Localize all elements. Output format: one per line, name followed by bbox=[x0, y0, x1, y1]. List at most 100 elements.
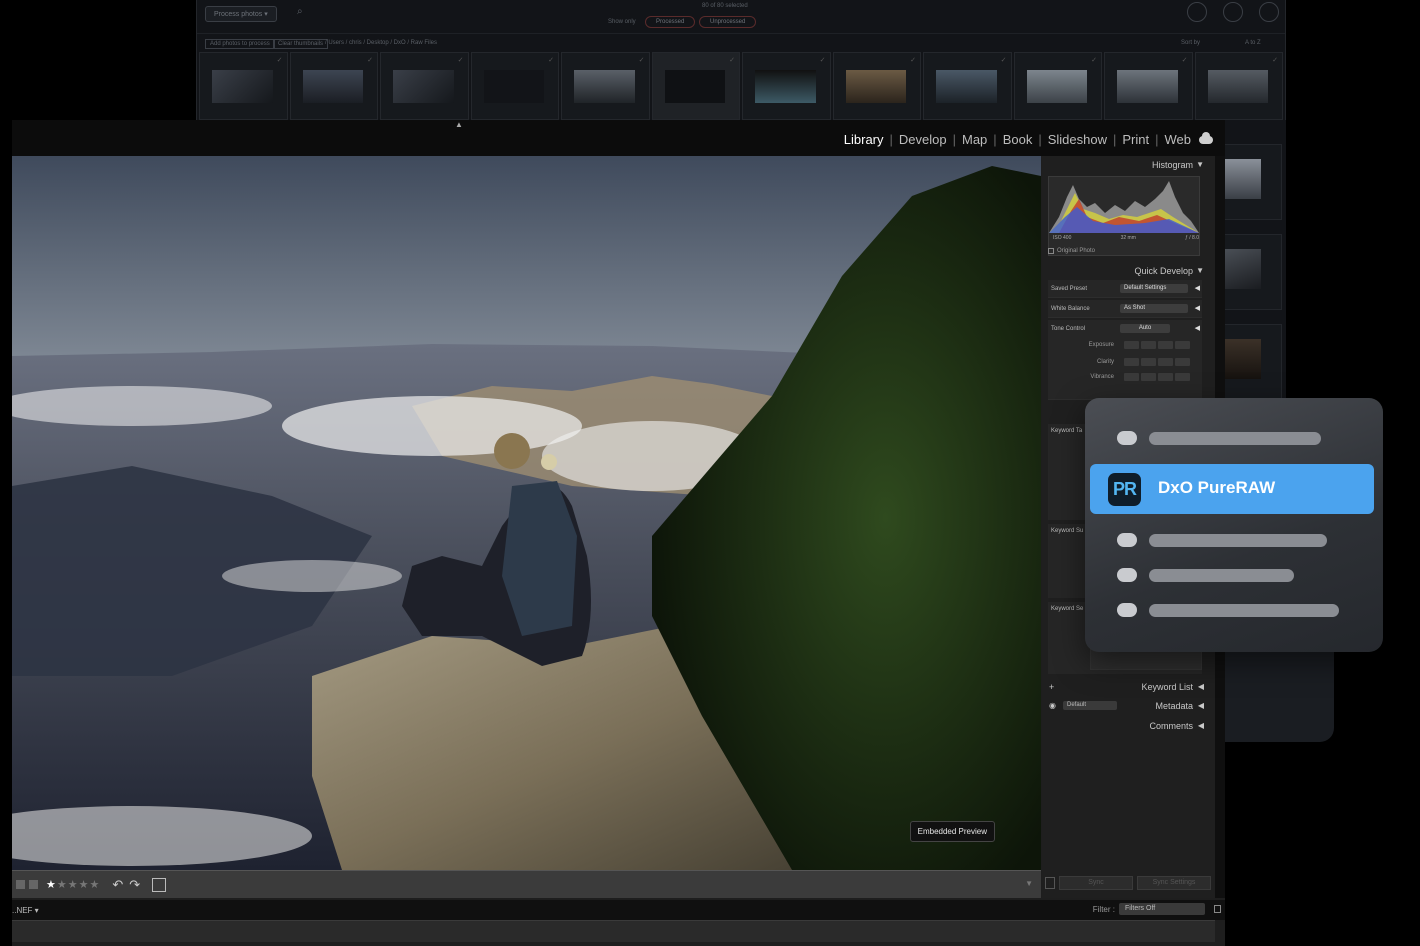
module-library[interactable]: Library bbox=[844, 132, 884, 147]
filter-unprocessed-pill[interactable]: Unprocessed bbox=[699, 16, 757, 28]
crop-icon[interactable] bbox=[152, 877, 167, 892]
background-path-bar: Add photos to process Clear thumbnails /… bbox=[197, 36, 1285, 50]
sync-toggle-icon[interactable] bbox=[1045, 877, 1055, 889]
menu-item-placeholder[interactable] bbox=[1117, 431, 1321, 445]
module-print[interactable]: Print bbox=[1122, 132, 1149, 147]
metadata-preset-select[interactable]: Default bbox=[1063, 701, 1117, 710]
check-icon: ✓ bbox=[1091, 57, 1097, 64]
filename-label[interactable]: ..NEF ▾ bbox=[12, 906, 39, 915]
star-rating[interactable]: ★★★★★ bbox=[46, 878, 100, 891]
cloud-icon[interactable] bbox=[1199, 131, 1213, 144]
histogram-info: ISO 400 32 mm ƒ / 8.0 bbox=[1053, 235, 1199, 241]
filter-label: Filter : bbox=[1092, 905, 1115, 914]
thumbnail[interactable]: ✓ bbox=[470, 52, 559, 120]
chevron-down-icon[interactable]: ▼ bbox=[1025, 879, 1033, 888]
menu-item-dxo-pureraw[interactable]: PR DxO PureRAW bbox=[1090, 464, 1374, 514]
add-photos-button[interactable]: Add photos to process bbox=[205, 39, 275, 49]
module-book[interactable]: Book bbox=[1003, 132, 1033, 147]
expand-arrow-icon[interactable]: ◀ bbox=[1195, 304, 1200, 312]
original-photo-toggle[interactable]: Original Photo bbox=[1048, 248, 1095, 254]
menu-item-icon bbox=[1117, 431, 1137, 445]
view-mode-icon[interactable] bbox=[16, 880, 25, 889]
histogram-title: Histogram bbox=[1151, 160, 1193, 170]
embedded-preview-badge: Embedded Preview bbox=[909, 821, 995, 842]
exposure-step-button[interactable] bbox=[1124, 341, 1139, 349]
thumbnail[interactable]: ✓ bbox=[651, 52, 740, 120]
menu-item-icon bbox=[1117, 568, 1137, 582]
vibrance-step-button[interactable] bbox=[1175, 373, 1190, 381]
vibrance-step-button[interactable] bbox=[1141, 373, 1156, 381]
export-icon[interactable] bbox=[1259, 2, 1279, 22]
thumbnail[interactable]: ✓ bbox=[199, 52, 288, 120]
clear-thumbnails-button[interactable]: Clear thumbnails bbox=[273, 39, 329, 49]
expand-arrow-icon[interactable]: ◀ bbox=[1195, 324, 1200, 332]
sort-label: Sort by bbox=[1181, 40, 1201, 46]
keyword-list-header[interactable]: + Keyword List ◀ bbox=[1045, 679, 1207, 695]
thumbnail[interactable]: ✓ bbox=[832, 52, 921, 120]
histogram-header[interactable]: Histogram ▼ bbox=[1045, 157, 1207, 173]
thumbnail[interactable]: ✓ bbox=[289, 52, 378, 120]
loupe-photo[interactable]: Embedded Preview bbox=[12, 156, 1041, 870]
flag-icon[interactable] bbox=[29, 880, 38, 889]
connect-icon[interactable] bbox=[1187, 2, 1207, 22]
module-bar: ▲ Library | Develop | Map | Book | Slideshow… bbox=[12, 120, 1225, 156]
clarity-step-button[interactable] bbox=[1158, 358, 1173, 366]
module-web[interactable]: Web bbox=[1165, 132, 1192, 147]
saved-preset-select[interactable]: Default Settings bbox=[1120, 284, 1188, 293]
menu-item-placeholder[interactable] bbox=[1117, 568, 1294, 582]
tone-control-label: Tone Control bbox=[1051, 326, 1086, 332]
sync-settings-button[interactable]: Sync Settings bbox=[1137, 876, 1211, 890]
aperture-value: ƒ / 8.0 bbox=[1185, 235, 1199, 241]
thumbnail[interactable]: ✓ bbox=[1013, 52, 1102, 120]
check-icon: ✓ bbox=[367, 57, 373, 64]
thumbnail[interactable]: ✓ bbox=[561, 52, 650, 120]
pureraw-logo-icon: PR bbox=[1108, 473, 1141, 506]
menu-item-label-placeholder bbox=[1149, 603, 1339, 617]
vibrance-step-button[interactable] bbox=[1158, 373, 1173, 381]
clarity-step-button[interactable] bbox=[1124, 358, 1139, 366]
thumbnail[interactable]: ✓ bbox=[1104, 52, 1193, 120]
collapse-arrow-icon[interactable]: ▲ bbox=[455, 120, 463, 129]
clarity-step-button[interactable] bbox=[1175, 358, 1190, 366]
white-balance-select[interactable]: As Shot bbox=[1120, 304, 1188, 313]
exposure-step-button[interactable] bbox=[1175, 341, 1190, 349]
loupe-toolbar: ★★★★★ ↶ ↷ ▼ bbox=[12, 870, 1041, 898]
iso-value: ISO 400 bbox=[1053, 235, 1072, 241]
vibrance-step-button[interactable] bbox=[1124, 373, 1139, 381]
clarity-step-button[interactable] bbox=[1141, 358, 1156, 366]
process-photos-button[interactable]: Process photos ▾ bbox=[205, 6, 277, 22]
thumbnail[interactable]: ✓ bbox=[380, 52, 469, 120]
filmstrip-toggle-icon[interactable] bbox=[1214, 905, 1221, 913]
thumbnail[interactable]: ✓ bbox=[923, 52, 1012, 120]
module-slideshow[interactable]: Slideshow bbox=[1048, 132, 1107, 147]
sort-select[interactable]: A to Z bbox=[1245, 40, 1261, 46]
exposure-step-button[interactable] bbox=[1141, 341, 1156, 349]
thumbnail[interactable]: ✓ bbox=[1194, 52, 1283, 120]
checkbox-icon[interactable] bbox=[1048, 248, 1054, 254]
keyword-tags-label: Keyword Ta bbox=[1051, 428, 1083, 434]
menu-item-placeholder[interactable] bbox=[1117, 603, 1339, 617]
expand-arrow-icon[interactable]: ◀ bbox=[1195, 284, 1200, 292]
module-map[interactable]: Map bbox=[962, 132, 987, 147]
thumbnail[interactable]: ✓ bbox=[742, 52, 831, 120]
auto-tone-button[interactable]: Auto bbox=[1120, 324, 1170, 333]
eye-icon[interactable]: ◉ bbox=[1049, 698, 1056, 714]
rotate-left-icon[interactable]: ↶ bbox=[112, 877, 123, 893]
canyon-photo bbox=[12, 156, 1041, 870]
module-develop[interactable]: Develop bbox=[899, 132, 947, 147]
search-icon[interactable]: ⌕ bbox=[297, 6, 303, 17]
check-icon: ✓ bbox=[729, 57, 735, 64]
collapse-icon: ▼ bbox=[1196, 160, 1204, 169]
menu-item-placeholder[interactable] bbox=[1117, 533, 1327, 547]
filter-processed-pill[interactable]: Processed bbox=[645, 16, 696, 28]
rotate-right-icon[interactable]: ↷ bbox=[129, 877, 140, 893]
filter-select[interactable]: Filters Off bbox=[1119, 903, 1205, 915]
exposure-step-button[interactable] bbox=[1158, 341, 1173, 349]
menu-item-icon bbox=[1117, 533, 1137, 547]
plus-icon[interactable]: + bbox=[1049, 679, 1054, 695]
quick-develop-header[interactable]: Quick Develop ▼ bbox=[1045, 263, 1207, 279]
metadata-header[interactable]: ◉ Default Metadata ◀ bbox=[1045, 698, 1207, 714]
comments-header[interactable]: Comments ◀ bbox=[1045, 718, 1207, 734]
sync-button[interactable]: Sync bbox=[1059, 876, 1133, 890]
display-options-icon[interactable] bbox=[1223, 2, 1243, 22]
